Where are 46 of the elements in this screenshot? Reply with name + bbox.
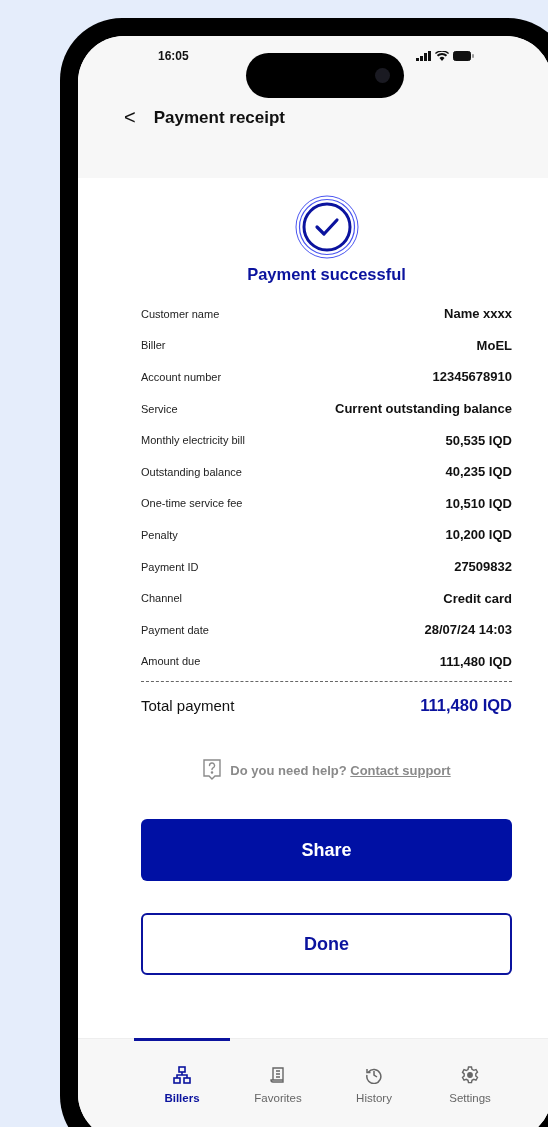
page-title: Payment receipt <box>153 107 286 128</box>
detail-value: 111,480 IQD <box>439 653 512 669</box>
nav-tab[interactable]: Favorites <box>230 1038 326 1127</box>
help-text: Do you need help? Contact support <box>230 762 451 778</box>
history-icon <box>365 1066 383 1084</box>
detail-label: Outstanding balance <box>141 465 242 478</box>
signal-icon <box>416 51 431 61</box>
detail-label: One-time service fee <box>141 497 243 510</box>
detail-label: Monthly electricity bill <box>141 434 245 447</box>
detail-label: Biller <box>141 339 166 352</box>
detail-label: Penalty <box>141 528 178 541</box>
help-icon <box>202 759 223 782</box>
nav-tab[interactable]: Settings <box>422 1038 518 1127</box>
detail-value: 12345678910 <box>432 369 512 385</box>
detail-value: Name xxxx <box>444 306 512 322</box>
nav-tab[interactable]: Billers <box>134 1038 230 1127</box>
detail-value: Credit card <box>443 590 512 606</box>
document-icon <box>269 1066 287 1084</box>
detail-label: Amount due <box>141 655 201 668</box>
check-circle-icon <box>294 195 359 259</box>
detail-label: Channel <box>141 592 182 605</box>
settings-icon <box>461 1066 479 1084</box>
detail-label: Account number <box>141 371 222 383</box>
detail-label: Customer name <box>141 307 220 320</box>
total-label: Total payment <box>141 697 235 715</box>
done-button[interactable]: Done <box>141 913 512 976</box>
detail-label: Service <box>141 402 178 415</box>
detail-value: 27509832 <box>454 559 512 575</box>
share-button[interactable]: Share <box>141 819 512 882</box>
detail-value: 10,510 IQD <box>445 495 512 511</box>
wifi-icon <box>435 51 449 61</box>
detail-value: Current outstanding balance <box>335 401 512 417</box>
detail-value: 50,535 IQD <box>445 432 512 448</box>
back-button[interactable]: < <box>124 106 136 129</box>
detail-label: Payment date <box>141 623 209 636</box>
detail-value: MoEL <box>476 337 512 353</box>
battery-icon <box>453 51 474 61</box>
detail-value: 28/07/24 14:03 <box>424 622 512 638</box>
hierarchy-icon <box>173 1066 191 1084</box>
total-value: 111,480 IQD <box>420 696 512 716</box>
nav-tab[interactable]: History <box>326 1038 422 1127</box>
detail-label: Payment ID <box>141 560 199 573</box>
status-time: 16:05 <box>158 49 189 63</box>
success-title: Payment successful <box>247 265 406 284</box>
detail-value: 10,200 IQD <box>445 527 512 543</box>
detail-value: 40,235 IQD <box>445 464 512 480</box>
